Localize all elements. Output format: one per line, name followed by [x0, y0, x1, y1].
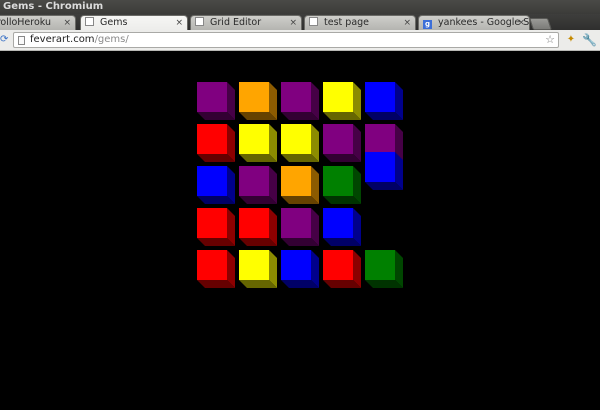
close-icon[interactable]: × — [175, 16, 183, 30]
bookmark-star-icon[interactable]: ☆ — [545, 33, 555, 47]
gem-blue[interactable] — [197, 166, 239, 208]
gem-yellow[interactable] — [239, 124, 281, 166]
new-tab-button[interactable] — [529, 18, 552, 30]
doc-icon — [195, 17, 204, 26]
gem-purple[interactable] — [239, 166, 281, 208]
gem-green[interactable] — [365, 250, 407, 292]
gem-blue[interactable] — [323, 208, 365, 250]
gem-yellow[interactable] — [281, 124, 323, 166]
gem-red[interactable] — [323, 250, 365, 292]
doc-icon — [85, 17, 94, 26]
tab-title: yankees - Google Se — [438, 17, 530, 28]
gem-orange[interactable] — [239, 82, 281, 124]
google-icon: g — [423, 20, 432, 29]
close-icon[interactable]: × — [63, 16, 71, 30]
gem-purple[interactable] — [281, 82, 323, 124]
browser-toolbar: ⟳ feverart.com/gems/ ☆ ✦ 🔧 — [0, 30, 600, 51]
gem-green[interactable] — [323, 166, 365, 208]
gem-purple[interactable] — [197, 82, 239, 124]
gem-yellow[interactable] — [239, 250, 281, 292]
url-host: feverart.com — [30, 34, 95, 45]
close-icon[interactable]: × — [517, 16, 525, 30]
gem-purple[interactable] — [281, 208, 323, 250]
tab-title: Gems — [100, 17, 128, 28]
tab-polloheroku[interactable]: PolloHeroku × — [0, 15, 76, 30]
tab-test-page[interactable]: test page × — [304, 15, 416, 30]
gem-red[interactable] — [239, 208, 281, 250]
reload-icon[interactable]: ⟳ — [0, 35, 9, 45]
tab-title: test page — [324, 17, 370, 28]
gem-blue[interactable] — [365, 152, 407, 194]
page-icon — [18, 36, 25, 45]
gem-red[interactable] — [197, 250, 239, 292]
gem-red[interactable] — [197, 124, 239, 166]
tab-title: PolloHeroku — [0, 17, 52, 28]
gem-purple[interactable] — [323, 124, 365, 166]
url-path: /gems/ — [94, 34, 129, 45]
tab-yankees-google[interactable]: g yankees - Google Se × — [418, 15, 530, 30]
tab-gems[interactable]: Gems × — [80, 15, 188, 30]
gem-red[interactable] — [197, 208, 239, 250]
window-title: Gems - Chromium — [3, 1, 104, 12]
gem-yellow[interactable] — [323, 82, 365, 124]
gem-blue[interactable] — [281, 250, 323, 292]
tab-strip: PolloHeroku × Gems × Grid Editor × test … — [0, 14, 600, 30]
extension-icon[interactable]: ✦ — [565, 34, 577, 46]
doc-icon — [309, 17, 318, 26]
close-icon[interactable]: × — [403, 16, 411, 30]
gem-blue[interactable] — [365, 82, 407, 124]
window-titlebar: Gems - Chromium — [0, 0, 600, 14]
gem-orange[interactable] — [281, 166, 323, 208]
close-icon[interactable]: × — [289, 16, 297, 30]
wrench-menu-icon[interactable]: 🔧 — [582, 33, 597, 47]
address-bar[interactable]: feverart.com/gems/ ☆ — [13, 32, 559, 48]
tab-title: Grid Editor — [210, 17, 262, 28]
url-text[interactable]: feverart.com/gems/ — [30, 33, 129, 47]
tab-grid-editor[interactable]: Grid Editor × — [190, 15, 302, 30]
